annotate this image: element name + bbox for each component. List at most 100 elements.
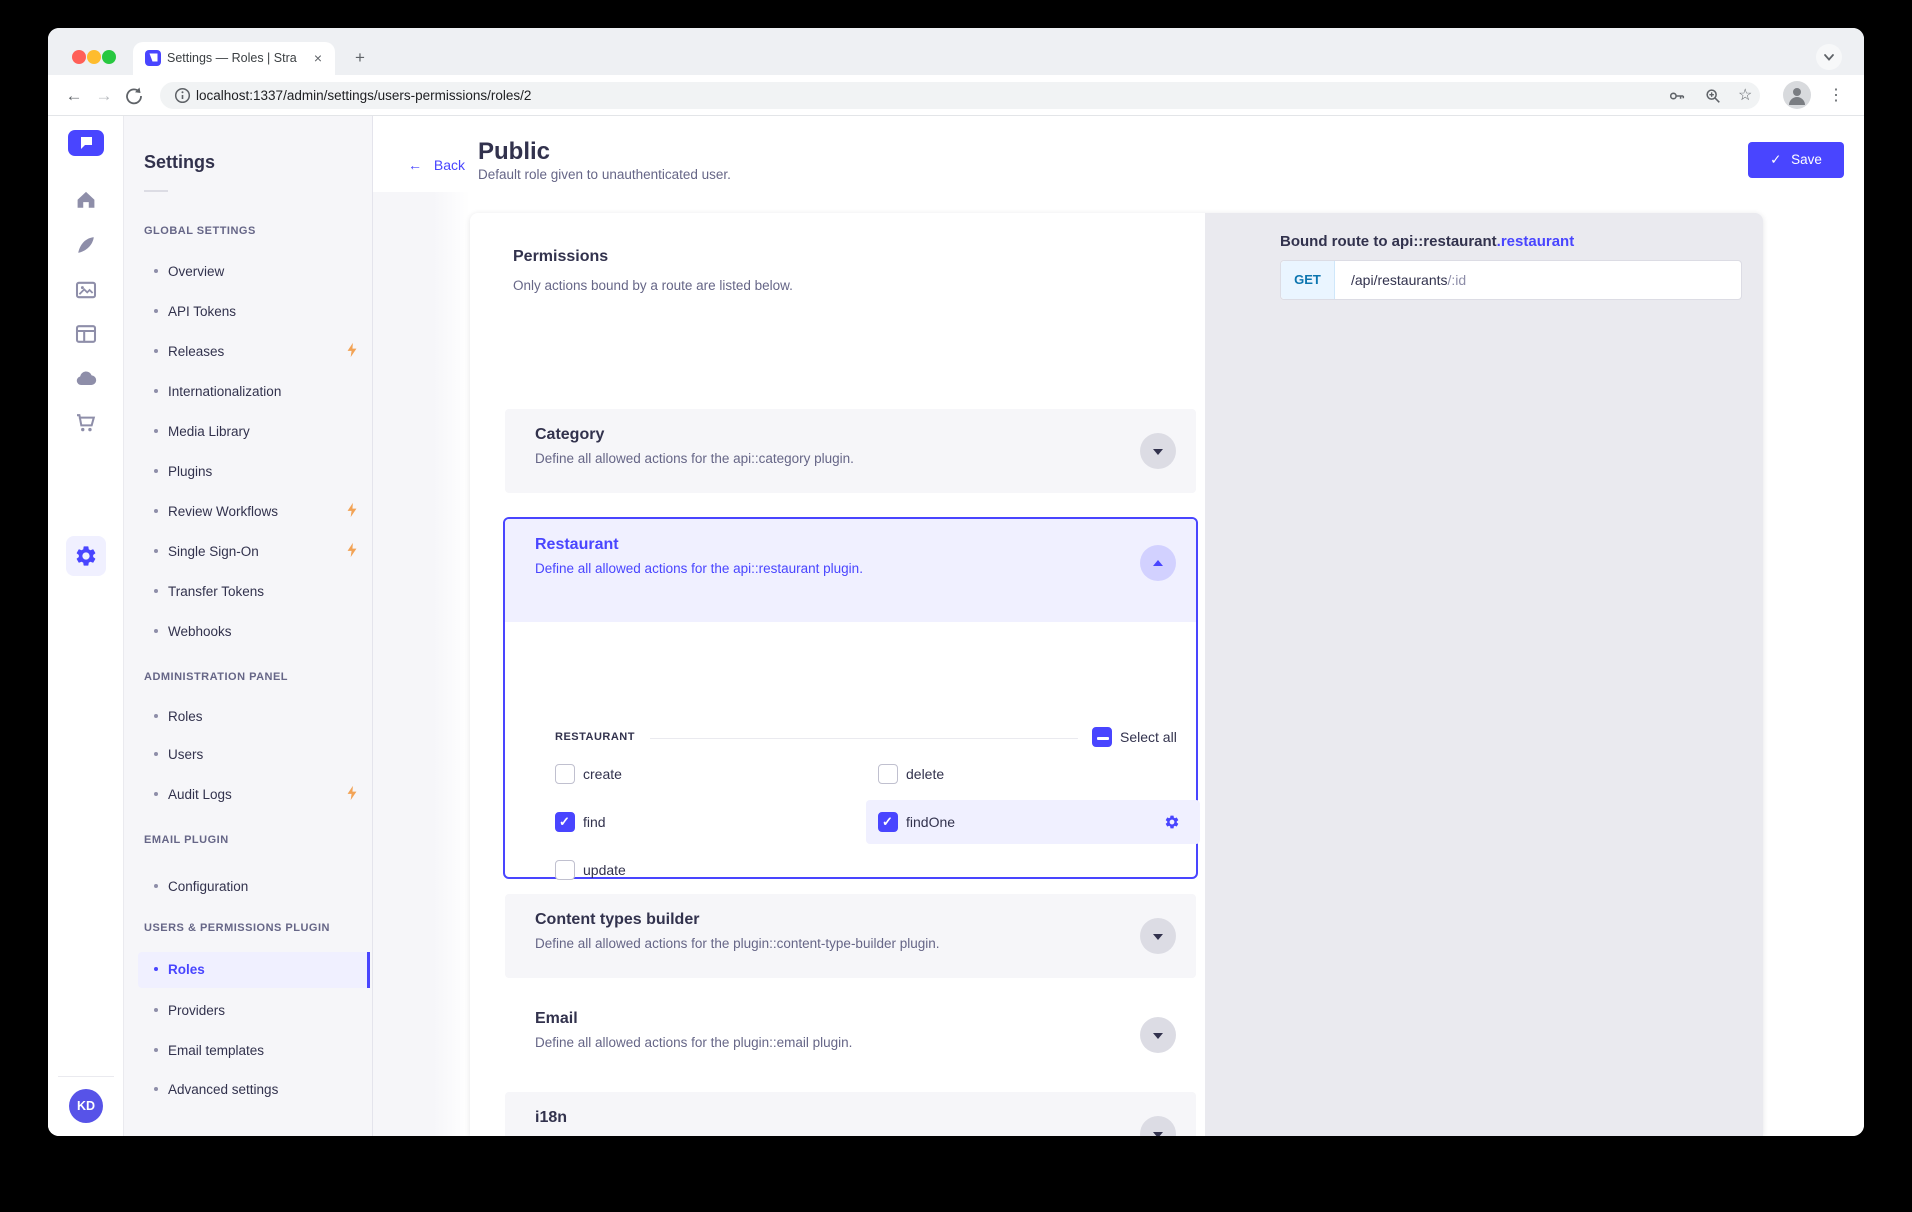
section-label-global: GLOBAL SETTINGS — [144, 225, 256, 237]
subnav-item-webhooks[interactable]: Webhooks — [144, 622, 359, 642]
checkbox-update-label: update — [583, 860, 626, 880]
home-icon[interactable] — [74, 188, 98, 212]
checkbox-find[interactable] — [555, 812, 575, 832]
page-title: Public — [478, 138, 550, 166]
subnav-item-media-library[interactable]: Media Library — [144, 422, 359, 442]
checkbox-update[interactable] — [555, 860, 575, 880]
browser-menu-icon[interactable]: ⋮ — [1828, 82, 1844, 110]
expand-chevron-button[interactable] — [1140, 918, 1176, 954]
subnav-item-single-sign-on[interactable]: Single Sign-On — [144, 542, 359, 562]
settings-subnav: Settings GLOBAL SETTINGS Overview API To… — [124, 116, 373, 1136]
subnav-item-providers[interactable]: Providers — [144, 1001, 359, 1021]
findone-settings-gear-icon[interactable] — [1164, 814, 1180, 830]
checkbox-delete[interactable] — [878, 764, 898, 784]
route-path: /api/restaurants/:id — [1351, 261, 1466, 299]
subnav-item-releases[interactable]: Releases — [144, 342, 359, 362]
subnav-item-users[interactable]: Users — [144, 745, 359, 765]
save-button[interactable]: ✓ Save — [1748, 142, 1844, 178]
bookmark-star-icon[interactable]: ☆ — [1738, 85, 1755, 102]
content-manager-feather-icon[interactable] — [74, 233, 98, 257]
forward-nav-icon[interactable]: → — [90, 82, 118, 110]
subnav-title: Settings — [144, 152, 215, 173]
back-nav-icon[interactable]: ← — [60, 82, 88, 110]
subnav-item-transfer-tokens[interactable]: Transfer Tokens — [144, 582, 359, 602]
bolt-icon — [345, 342, 359, 356]
tab-strip: Settings — Roles | Strapi × + — [48, 28, 1864, 75]
tab-close-icon[interactable]: × — [309, 49, 327, 67]
group-divider — [650, 738, 1078, 739]
bound-route-controller-link[interactable]: .restaurant — [1497, 233, 1575, 250]
strapi-logo[interactable] — [68, 130, 104, 156]
chevron-up-icon — [1153, 560, 1163, 566]
subnav-item-advanced-settings[interactable]: Advanced settings — [144, 1080, 359, 1100]
subnav-item-review-workflows[interactable]: Review Workflows — [144, 502, 359, 522]
subnav-item-plugins[interactable]: Plugins — [144, 462, 359, 482]
back-arrow-icon: ← — [408, 157, 422, 173]
subnav-item-api-tokens[interactable]: API Tokens — [144, 302, 359, 322]
browser-tab[interactable]: Settings — Roles | Strapi × — [133, 42, 335, 75]
checkbox-create[interactable] — [555, 764, 575, 784]
accordion-title: Content types builder — [535, 911, 699, 929]
accordion-title: Email — [535, 1010, 578, 1028]
page-gutter — [373, 192, 433, 1136]
checkbox-create-label: create — [583, 764, 622, 784]
subnav-item-overview[interactable]: Overview — [144, 262, 359, 282]
subnav-item-configuration[interactable]: Configuration — [144, 877, 359, 897]
accordion-desc: Define all allowed actions for the plugi… — [535, 936, 940, 951]
route-input[interactable]: GET /api/restaurants/:id — [1280, 260, 1742, 300]
permissions-heading: Permissions — [513, 248, 608, 266]
subnav-item-admin-roles[interactable]: Roles — [144, 707, 359, 727]
content-type-builder-icon[interactable] — [74, 322, 98, 346]
expand-chevron-button[interactable] — [1140, 1116, 1176, 1136]
collapse-chevron-button[interactable] — [1140, 545, 1176, 581]
permissions-card: Permissions Only actions bound by a rout… — [470, 213, 1763, 1136]
back-link[interactable]: ← Back — [408, 155, 465, 175]
http-method-badge: GET — [1281, 261, 1335, 299]
accordion-content-types-builder[interactable]: Content types builder Define all allowed… — [505, 894, 1196, 978]
accordion-desc: Define all allowed actions for the plugi… — [535, 1035, 852, 1050]
accordion-email[interactable]: Email Define all allowed actions for the… — [505, 993, 1196, 1077]
settings-gear-icon[interactable] — [74, 544, 98, 568]
subnav-item-up-roles[interactable]: Roles — [144, 960, 359, 980]
checkbox-delete-label: delete — [906, 764, 944, 784]
media-library-icon[interactable] — [74, 278, 98, 302]
expand-chevron-button[interactable] — [1140, 433, 1176, 469]
accordion-category[interactable]: Category Define all allowed actions for … — [505, 409, 1196, 493]
select-all-checkbox[interactable] — [1092, 727, 1112, 747]
url-text: localhost:1337/admin/settings/users-perm… — [196, 88, 531, 103]
accordion-title: Category — [535, 426, 604, 444]
marketplace-cart-icon[interactable] — [74, 411, 98, 435]
checkbox-findone[interactable] — [878, 812, 898, 832]
page-gutter-fade — [433, 192, 470, 1136]
zoom-magnifier-icon[interactable] — [1704, 87, 1721, 104]
rail-divider — [58, 1076, 114, 1077]
user-avatar[interactable]: KD — [69, 1089, 103, 1123]
chevron-down-icon — [1153, 1132, 1163, 1136]
page-subtitle: Default role given to unauthenticated us… — [478, 167, 731, 182]
traffic-close-button[interactable] — [72, 50, 86, 64]
reload-icon[interactable] — [120, 82, 148, 110]
accordion-desc: Define all allowed actions for the api::… — [535, 451, 854, 466]
expand-chevron-button[interactable] — [1140, 1017, 1176, 1053]
accordion-restaurant-header[interactable]: Restaurant Define all allowed actions fo… — [505, 519, 1196, 622]
strapi-favicon — [145, 50, 161, 66]
traffic-minimize-button[interactable] — [87, 50, 101, 64]
browser-profile-avatar[interactable] — [1783, 81, 1811, 109]
password-key-icon[interactable] — [1668, 87, 1685, 104]
checkbox-find-label: find — [583, 812, 606, 832]
subnav-item-audit-logs[interactable]: Audit Logs — [144, 785, 359, 805]
subnav-item-internationalization[interactable]: Internationalization — [144, 382, 359, 402]
subnav-item-email-templates[interactable]: Email templates — [144, 1041, 359, 1061]
site-info-icon[interactable] — [174, 87, 191, 104]
tab-search-chevron-icon[interactable] — [1816, 44, 1842, 70]
traffic-zoom-button[interactable] — [102, 50, 116, 64]
tab-title: Settings — Roles | Strapi — [167, 51, 297, 65]
new-tab-button[interactable]: + — [348, 47, 372, 71]
check-icon: ✓ — [1770, 152, 1781, 167]
url-bar[interactable]: localhost:1337/admin/settings/users-perm… — [160, 82, 1760, 109]
select-all-label: Select all — [1120, 727, 1177, 747]
cloud-icon[interactable] — [74, 367, 98, 391]
accordion-title: Restaurant — [535, 536, 619, 554]
chevron-down-icon — [1153, 1033, 1163, 1039]
accordion-i18n[interactable]: i18n Define all allowed actions for the … — [505, 1092, 1196, 1136]
